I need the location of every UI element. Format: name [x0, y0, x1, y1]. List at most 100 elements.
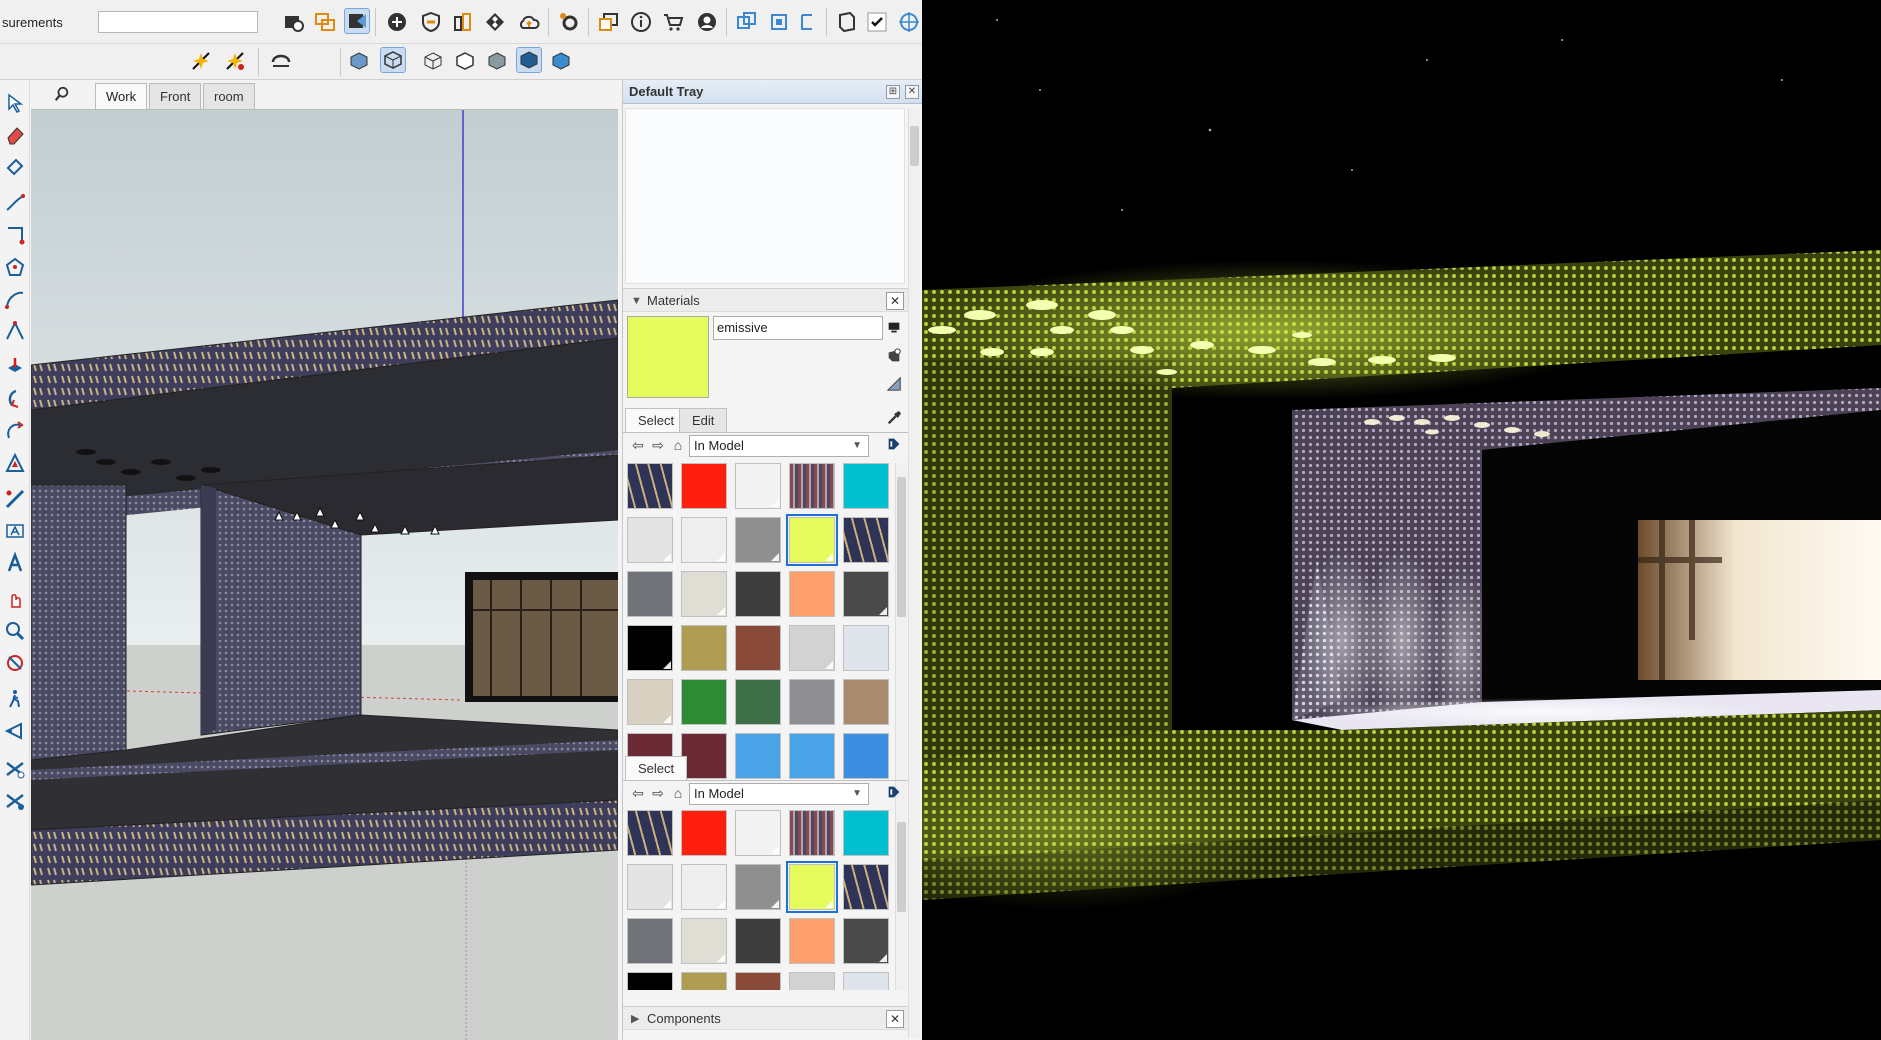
add-location-icon[interactable]: [384, 9, 410, 35]
material-swatch[interactable]: [735, 864, 781, 910]
shaded-textures-icon[interactable]: [516, 47, 542, 73]
push-pull-icon[interactable]: [2, 354, 28, 380]
material-swatch[interactable]: [789, 463, 835, 509]
material-swatch[interactable]: [681, 810, 727, 856]
tab-front[interactable]: Front: [149, 83, 202, 109]
material-swatch[interactable]: [843, 517, 889, 563]
collection-dropdown[interactable]: In Model ▼: [689, 435, 869, 457]
tab-edit[interactable]: Edit: [679, 408, 728, 432]
material-swatch[interactable]: [843, 972, 889, 990]
material-swatch[interactable]: [843, 625, 889, 671]
pie-tool-icon[interactable]: [2, 318, 28, 344]
material-swatch[interactable]: [627, 463, 673, 509]
tray-scrollbar[interactable]: [908, 108, 920, 1038]
material-swatch[interactable]: [735, 571, 781, 617]
outliner-icon[interactable]: [796, 9, 822, 35]
sun-settings-icon[interactable]: [222, 48, 248, 74]
gear-icon[interactable]: [556, 9, 582, 35]
extension-warehouse-icon[interactable]: [280, 9, 306, 35]
style-book-icon[interactable]: [834, 9, 860, 35]
material-swatch[interactable]: [786, 514, 838, 566]
back-arrow-icon[interactable]: ⇦: [629, 436, 647, 454]
material-swatch[interactable]: [789, 625, 835, 671]
material-swatch[interactable]: [789, 571, 835, 617]
zoom-extents-icon[interactable]: [2, 650, 28, 676]
window-icon[interactable]: [596, 9, 622, 35]
material-swatch[interactable]: [735, 972, 781, 990]
material-swatch[interactable]: [789, 918, 835, 964]
materials-header[interactable]: ▼ Materials ✕: [623, 288, 908, 312]
paint-bucket-icon[interactable]: [2, 154, 28, 180]
section-settings-icon[interactable]: [2, 788, 28, 814]
material-swatch[interactable]: [681, 463, 727, 509]
material-swatch[interactable]: [681, 679, 727, 725]
material-swatch[interactable]: [627, 972, 673, 990]
info-icon[interactable]: [628, 9, 654, 35]
checkmark-icon[interactable]: [864, 9, 890, 35]
section-plane-icon[interactable]: [2, 756, 28, 782]
iso-view-icon[interactable]: [346, 48, 372, 74]
pin-icon[interactable]: ⊞: [886, 85, 900, 99]
material-swatch[interactable]: [627, 517, 673, 563]
material-grid-scrollbar[interactable]: [895, 463, 907, 825]
material-swatch[interactable]: [627, 679, 673, 725]
wireframe-icon[interactable]: [420, 48, 446, 74]
tab-select[interactable]: Select: [625, 408, 688, 432]
building-icon[interactable]: [450, 9, 476, 35]
transfer-icon[interactable]: [312, 9, 338, 35]
model-viewport[interactable]: [31, 110, 618, 1040]
material-swatch[interactable]: [843, 864, 889, 910]
material-swatch[interactable]: [843, 810, 889, 856]
tape-measure-icon[interactable]: [2, 486, 28, 512]
move-tool-icon[interactable]: [2, 386, 28, 412]
back-arrow-icon[interactable]: ⇦: [629, 784, 647, 802]
close-icon[interactable]: ✕: [886, 1010, 904, 1028]
line-tool-icon[interactable]: [2, 190, 28, 216]
measurements-input[interactable]: [98, 11, 258, 33]
tab-select-secondary[interactable]: Select: [625, 756, 688, 780]
material-swatch[interactable]: [681, 571, 727, 617]
cloud-upload-icon[interactable]: [516, 9, 542, 35]
close-icon[interactable]: ✕: [905, 85, 919, 99]
material-swatch[interactable]: [627, 571, 673, 617]
create-material-icon[interactable]: [885, 348, 903, 366]
arc-tool-icon[interactable]: [2, 286, 28, 312]
material-swatch[interactable]: [627, 810, 673, 856]
material-swatch[interactable]: [843, 679, 889, 725]
material-swatch[interactable]: [735, 918, 781, 964]
text-tool-icon[interactable]: [2, 518, 28, 544]
material-swatch[interactable]: [735, 517, 781, 563]
material-swatch[interactable]: [735, 625, 781, 671]
components-header[interactable]: ▶ Components ✕: [623, 1006, 908, 1030]
material-swatch[interactable]: [627, 625, 673, 671]
material-swatch[interactable]: [789, 810, 835, 856]
eraser-icon[interactable]: [2, 122, 28, 148]
collection-dropdown-secondary[interactable]: In Model ▼: [689, 783, 869, 805]
material-swatch[interactable]: [843, 571, 889, 617]
rotate-tool-icon[interactable]: [2, 418, 28, 444]
zoom-icon[interactable]: [2, 618, 28, 644]
home-icon[interactable]: ⌂: [669, 436, 687, 454]
select-tool-icon[interactable]: [2, 90, 28, 116]
crosshair-icon[interactable]: [896, 9, 922, 35]
display-secondary-icon[interactable]: [885, 320, 903, 338]
material-swatch[interactable]: [627, 864, 673, 910]
material-swatch[interactable]: [789, 733, 835, 779]
material-swatch[interactable]: [681, 918, 727, 964]
forward-arrow-icon[interactable]: ⇨: [649, 436, 667, 454]
material-swatch[interactable]: [789, 679, 835, 725]
material-swatch[interactable]: [789, 972, 835, 990]
search-icon[interactable]: [53, 86, 71, 104]
home-icon[interactable]: ⌂: [669, 784, 687, 802]
material-swatch[interactable]: [681, 864, 727, 910]
material-swatch[interactable]: [681, 517, 727, 563]
material-swatch[interactable]: [735, 463, 781, 509]
checker-icon[interactable]: [482, 9, 508, 35]
account-icon[interactable]: [694, 9, 720, 35]
close-icon[interactable]: ✕: [886, 292, 904, 310]
material-swatch[interactable]: [681, 972, 727, 990]
material-swatch[interactable]: [735, 679, 781, 725]
material-swatch[interactable]: [735, 810, 781, 856]
shield-icon[interactable]: [418, 9, 444, 35]
default-material-icon[interactable]: [885, 376, 903, 394]
